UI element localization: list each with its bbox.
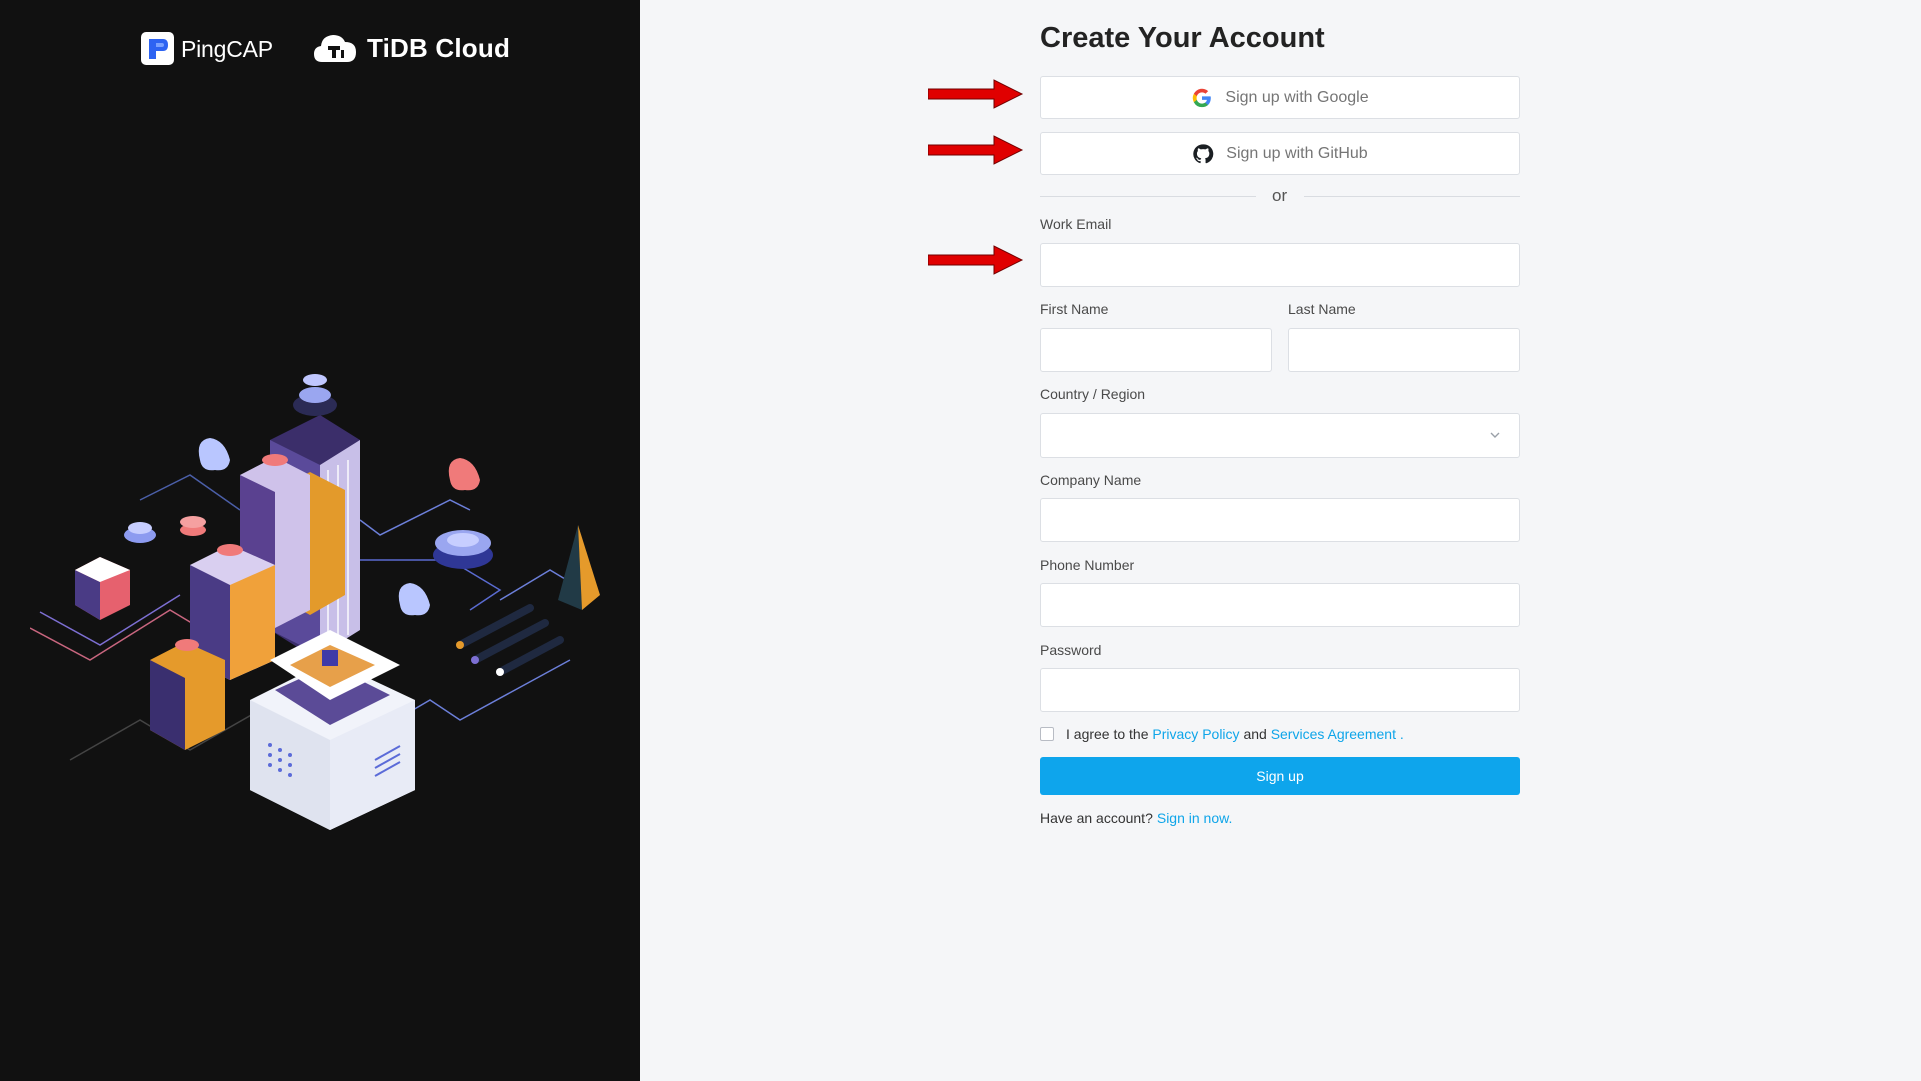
- github-signup-button[interactable]: Sign up with GitHub: [1040, 132, 1520, 175]
- isometric-city-illustration: [30, 374, 600, 830]
- pingcap-wordmark: PingCAP: [181, 36, 273, 62]
- password-label: Password: [1040, 642, 1102, 658]
- have-account-text: Have an account?: [1040, 810, 1153, 826]
- services-agreement-link[interactable]: Services Agreement: [1271, 726, 1396, 742]
- google-icon: [1193, 88, 1212, 107]
- terms-and: and: [1243, 726, 1267, 742]
- first-name-input[interactable]: [1040, 328, 1272, 372]
- pingcap-logo: PingCAP: [141, 32, 273, 66]
- last-name-input[interactable]: [1288, 328, 1520, 372]
- tidb-cloud-logo: TiDB Cloud: [312, 30, 512, 68]
- chevron-down-icon: [1490, 432, 1500, 438]
- password-input[interactable]: [1040, 668, 1520, 712]
- tidb-cloud-wordmark: TiDB Cloud: [367, 33, 511, 63]
- annotation-arrow-icon: [928, 79, 1024, 109]
- sign-up-button[interactable]: Sign up: [1040, 757, 1520, 795]
- github-icon: [1193, 143, 1214, 163]
- phone-number-input[interactable]: [1040, 583, 1520, 627]
- terms-text: I agree to the Privacy Policy and Servic…: [1066, 726, 1404, 742]
- work-email-input[interactable]: [1040, 243, 1520, 287]
- company-name-label: Company Name: [1040, 472, 1142, 488]
- terms-suffix: .: [1399, 726, 1404, 742]
- divider-right: [1304, 196, 1520, 197]
- divider-or: or: [1272, 186, 1288, 205]
- annotation-arrow-icon: [928, 135, 1024, 165]
- work-email-label: Work Email: [1040, 216, 1112, 232]
- google-signup-button[interactable]: Sign up with Google: [1040, 76, 1520, 119]
- privacy-policy-link[interactable]: Privacy Policy: [1152, 726, 1239, 742]
- google-signup-label: Sign up with Google: [1225, 88, 1369, 106]
- last-name-label: Last Name: [1288, 301, 1356, 317]
- github-signup-label: Sign up with GitHub: [1226, 144, 1368, 162]
- company-name-input[interactable]: [1040, 498, 1520, 542]
- sign-up-label: Sign up: [1256, 768, 1304, 784]
- tidb-cloud-logo-icon: [314, 35, 356, 62]
- annotation-arrow-icon: [928, 245, 1024, 275]
- sign-in-link[interactable]: Sign in now.: [1157, 810, 1233, 826]
- terms-prefix: I agree to the: [1066, 726, 1149, 742]
- page-title: Create Your Account: [1040, 22, 1325, 54]
- country-region-label: Country / Region: [1040, 386, 1146, 402]
- have-account-row: Have an account? Sign in now.: [1040, 810, 1232, 826]
- divider-left: [1040, 196, 1256, 197]
- phone-number-label: Phone Number: [1040, 557, 1135, 573]
- brand-panel: PingCAP TiDB Cloud: [0, 0, 640, 1081]
- country-region-select[interactable]: [1040, 413, 1520, 458]
- first-name-label: First Name: [1040, 301, 1109, 317]
- pingcap-logo-icon: [141, 32, 174, 65]
- terms-checkbox[interactable]: [1040, 727, 1054, 741]
